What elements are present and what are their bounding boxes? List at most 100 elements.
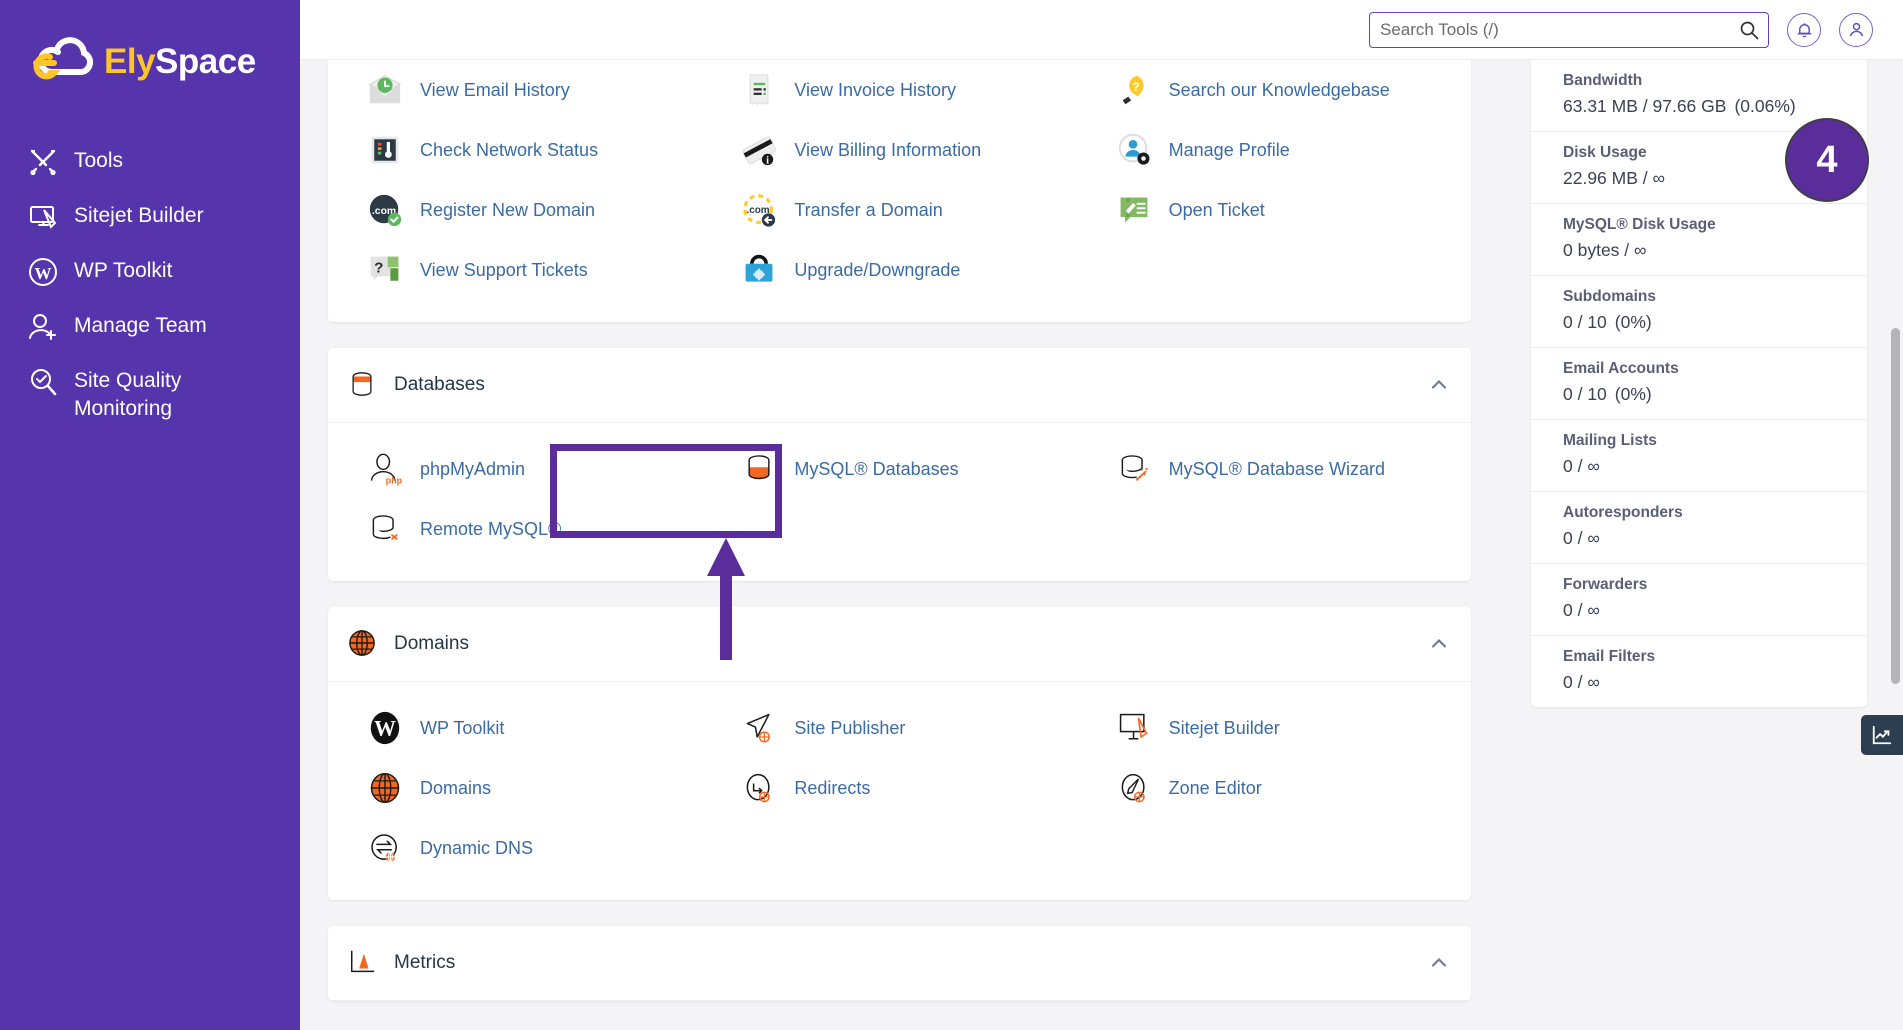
chevron-up-icon[interactable] [1429, 953, 1449, 973]
stat-value: 63.31 MB / 97.66 GB [1563, 96, 1727, 116]
search-input[interactable] [1369, 11, 1769, 48]
tool-redirects[interactable]: Redirects [712, 758, 1086, 818]
chevron-up-icon[interactable] [1429, 634, 1449, 654]
stat-row-autoresponders[interactable]: Autoresponders 0 / ∞ [1531, 492, 1867, 564]
section-metrics-header[interactable]: Metrics [328, 926, 1471, 1001]
tool-phpmyadmin[interactable]: php phpMyAdmin [338, 439, 712, 499]
mysql-databases-icon [740, 450, 778, 488]
section-title: Metrics [394, 952, 456, 973]
stat-value: 0 / ∞ [1563, 456, 1600, 476]
sitejet-monitor-icon [28, 202, 58, 232]
sidebar-item-sitejet-builder[interactable]: Sitejet Builder [0, 189, 300, 244]
notifications-button[interactable] [1787, 12, 1821, 47]
section-domains-grid: W WP Toolkit Site Publisher Sitejet Buil… [328, 682, 1471, 900]
quicklink-label: Transfer a Domain [794, 199, 943, 220]
search-icon[interactable] [1739, 20, 1759, 40]
quicklink-view-email-history[interactable]: View Email History [338, 60, 712, 120]
section-domains: Domains W WP Toolkit Site Publisher Site… [328, 607, 1471, 900]
sidebar-item-manage-team[interactable]: Manage Team [0, 299, 300, 354]
tool-mysql-databases[interactable]: MySQL® Databases [712, 439, 1086, 499]
sidebar-item-wp-toolkit[interactable]: W WP Toolkit [0, 244, 300, 299]
tool-label: Redirects [794, 777, 871, 798]
stats-widget-tab[interactable] [1861, 715, 1903, 755]
tool-mysql-database-wizard[interactable]: MySQL® Database Wizard [1087, 439, 1461, 499]
scrollbar-thumb[interactable] [1891, 328, 1900, 684]
quicklink-open-ticket[interactable]: Open Ticket [1087, 180, 1461, 240]
quicklink-manage-profile[interactable]: Manage Profile [1087, 120, 1461, 180]
sidebar-item-label: WP Toolkit [74, 259, 173, 282]
support-tickets-icon: ? [366, 251, 404, 289]
stat-row-forwarders[interactable]: Forwarders 0 / ∞ [1531, 564, 1867, 636]
stat-value-wrap: 0 / ∞ [1563, 672, 1867, 693]
stat-label: Forwarders [1563, 576, 1648, 593]
stat-row-mysql-disk-usage[interactable]: MySQL® Disk Usage 0 bytes / ∞ [1531, 204, 1867, 276]
tool-dynamic-dns[interactable]: Dynamic DNS [338, 818, 712, 878]
tool-remote-mysql[interactable]: Remote MySQL® [338, 499, 712, 559]
tool-zone-editor[interactable]: Zone Editor [1087, 758, 1461, 818]
stat-value-wrap: 0 / ∞ [1563, 456, 1867, 477]
brand-logo[interactable]: ElySpace [0, 22, 300, 94]
tool-sitejet-builder[interactable]: Sitejet Builder [1087, 698, 1461, 758]
sidebar-item-tools[interactable]: Tools [0, 134, 300, 189]
tool-label: Zone Editor [1168, 777, 1262, 798]
stat-row-email-accounts[interactable]: Email Accounts 0 / 10 (0%) [1531, 348, 1867, 420]
stat-value: 0 / ∞ [1563, 600, 1600, 620]
quicklinks-card: View Email History View Invoice History … [328, 60, 1471, 322]
brand-name-part2: Space [155, 42, 256, 81]
tool-label: Remote MySQL® [420, 518, 562, 539]
section-databases: Databases php phpMyAdmin MySQL® Database… [328, 348, 1471, 581]
quicklink-upgrade-downgrade[interactable]: Upgrade/Downgrade [712, 240, 1086, 300]
stat-value: 0 / ∞ [1563, 672, 1600, 692]
tool-label: Dynamic DNS [420, 837, 534, 858]
tool-wp-toolkit[interactable]: W WP Toolkit [338, 698, 712, 758]
stats-sidebar: Bandwidth 63.31 MB / 97.66 GB (0.06%) Dis… [1513, 60, 1903, 1030]
sidebar-item-label: Tools [74, 149, 124, 172]
upgrade-downgrade-icon [740, 251, 778, 289]
section-title: Databases [394, 374, 485, 395]
svg-text:i: i [766, 155, 769, 166]
chevron-up-icon[interactable] [1429, 375, 1449, 395]
stat-percent: (0%) [1614, 312, 1652, 332]
quicklink-transfer-a-domain[interactable]: .com Transfer a Domain [712, 180, 1086, 240]
stat-row-mailing-lists[interactable]: Mailing Lists 0 / ∞ [1531, 420, 1867, 492]
svg-text:?: ? [1132, 80, 1140, 94]
stat-label: Email Filters [1563, 648, 1656, 665]
stat-value: 0 / 10 [1563, 384, 1607, 404]
left-sidebar: ElySpace Tools Sitejet Builder W WP Tool… [0, 0, 300, 1030]
stat-row-subdomains[interactable]: Subdomains 0 / 10 (0%) [1531, 276, 1867, 348]
page-scrollbar[interactable] [1890, 120, 1901, 1030]
quicklink-view-support-tickets[interactable]: ? View Support Tickets [338, 240, 712, 300]
globe-icon [366, 769, 404, 807]
tool-site-publisher[interactable]: Site Publisher [712, 698, 1086, 758]
stat-percent: (0.06%) [1734, 96, 1796, 116]
page-root: ElySpace Tools Sitejet Builder W WP Tool… [0, 0, 1903, 1030]
quicklink-check-network-status[interactable]: Check Network Status [338, 120, 712, 180]
stat-percent: (0%) [1614, 384, 1652, 404]
quicklink-search-knowledgebase[interactable]: ? Search our Knowledgebase [1087, 60, 1461, 120]
tool-label: Site Publisher [794, 717, 906, 738]
stat-label: Bandwidth [1563, 72, 1643, 89]
quicklink-label: View Invoice History [794, 79, 957, 100]
sidebar-item-site-quality-monitoring[interactable]: Site Quality Monitoring [0, 354, 300, 434]
section-domains-header[interactable]: Domains [328, 607, 1471, 682]
quicklink-register-new-domain[interactable]: .com Register New Domain [338, 180, 712, 240]
user-icon [1847, 20, 1866, 39]
tool-domains[interactable]: Domains [338, 758, 712, 818]
remote-mysql-icon [366, 510, 404, 548]
dynamic-dns-icon [366, 829, 404, 867]
quicklink-view-billing-information[interactable]: i View Billing Information [712, 120, 1086, 180]
stat-value-wrap: 0 / ∞ [1563, 600, 1867, 621]
stat-value: 0 / 10 [1563, 312, 1607, 332]
stat-row-email-filters[interactable]: Email Filters 0 / ∞ [1531, 636, 1867, 707]
brand-name-part1: Ely [104, 42, 156, 81]
brand-wordmark: ElySpace [104, 42, 256, 82]
section-databases-header[interactable]: Databases [328, 348, 1471, 423]
account-button[interactable] [1839, 12, 1873, 47]
sidebar-nav: Tools Sitejet Builder W WP Toolkit Manag… [0, 134, 300, 434]
search-container [1369, 11, 1769, 48]
site-publisher-icon [740, 709, 778, 747]
quicklink-label: Check Network Status [420, 139, 599, 160]
section-metrics: Metrics [328, 926, 1471, 1001]
sidebar-item-label: Site Quality Monitoring [74, 369, 182, 420]
quicklink-view-invoice-history[interactable]: View Invoice History [712, 60, 1086, 120]
